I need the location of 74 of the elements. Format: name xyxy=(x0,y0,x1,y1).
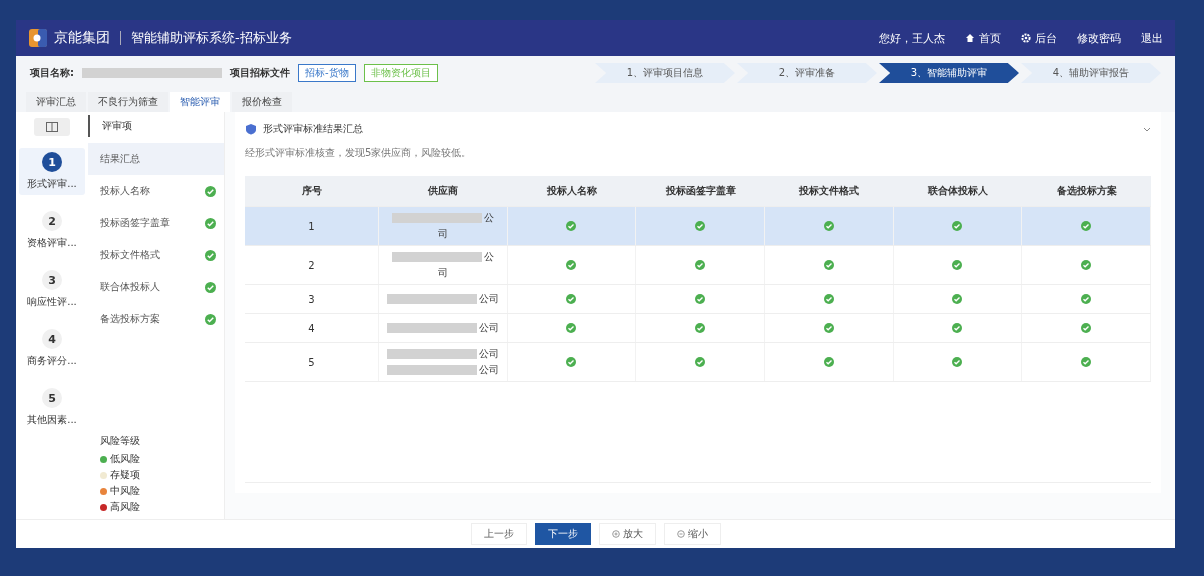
review-item[interactable]: 投标人名称 xyxy=(88,175,224,207)
table-cell: 3 xyxy=(308,293,315,305)
section-title: 形式评审标准结果汇总 xyxy=(263,122,363,136)
table-cell: 1 xyxy=(308,220,315,232)
stage-item[interactable]: 1 形式评审... xyxy=(19,148,85,195)
review-item[interactable]: 结果汇总 xyxy=(88,143,224,175)
column-header: 投标文件格式 xyxy=(798,184,861,198)
tab[interactable]: 报价检查 xyxy=(232,92,292,112)
table-row[interactable]: 3 公司 xyxy=(245,285,1151,314)
risk-label: 低风险 xyxy=(110,452,140,466)
zoom-in-icon xyxy=(611,530,620,538)
table-cell: 2 xyxy=(308,259,315,271)
home-link[interactable]: 首页 xyxy=(965,30,1001,46)
stage-item[interactable]: 4 商务评分... xyxy=(19,325,85,372)
progress-step[interactable]: 2、评审准备 xyxy=(737,63,877,83)
summary-text: 经形式评审标准核查，发现5家供应商，风险较低。 xyxy=(245,146,473,160)
logo-icon xyxy=(28,28,48,48)
progress-step[interactable]: 4、辅助评审报告 xyxy=(1021,63,1161,83)
tab[interactable]: 智能评审 xyxy=(170,92,230,112)
review-item[interactable]: 备选投标方案 xyxy=(88,303,224,335)
table-row[interactable]: 5 公司 公司 xyxy=(245,343,1151,382)
supplier-name: 公司 xyxy=(478,363,499,377)
review-item[interactable]: 联合体投标人 xyxy=(88,271,224,303)
progress-step[interactable]: 3、智能辅助评审 xyxy=(879,63,1019,83)
supplier-name: 司 xyxy=(437,266,448,280)
home-icon xyxy=(965,33,975,43)
risk-label: 中风险 xyxy=(110,484,140,498)
column-header: 投标人名称 xyxy=(546,184,598,198)
greeting: 您好，王人杰 xyxy=(879,30,945,46)
shield-icon xyxy=(245,123,257,135)
chevron-down-icon[interactable] xyxy=(1143,126,1151,132)
risk-label: 高风险 xyxy=(110,500,140,514)
column-header: 序号 xyxy=(301,184,323,198)
supplier-name: 公司 xyxy=(478,347,499,361)
table-row[interactable]: 4 公司 xyxy=(245,314,1151,343)
admin-link[interactable]: 后台 xyxy=(1021,30,1057,46)
risk-legend-title: 风险等级 xyxy=(99,434,141,448)
table-row[interactable]: 2 公 司 xyxy=(245,246,1151,285)
header-link[interactable]: 退出 xyxy=(1141,30,1163,46)
logo-text: 京能集团 xyxy=(54,29,110,47)
project-tag: 非物资化项目 xyxy=(363,64,438,82)
book-icon[interactable] xyxy=(34,118,70,136)
stage-item[interactable]: 3 响应性评... xyxy=(19,266,85,313)
table-row[interactable]: 1 公 司 xyxy=(245,207,1151,246)
review-item[interactable]: 投标文件格式 xyxy=(88,239,224,271)
zoom-out-icon xyxy=(676,530,685,538)
progress-step[interactable]: 1、评审项目信息 xyxy=(595,63,735,83)
supplier-name: 公 xyxy=(483,211,494,225)
zoom-in-button[interactable]: 放大 xyxy=(598,523,656,545)
tender-file-label: 项目招标文件 xyxy=(230,66,290,80)
project-name-label: 项目名称: xyxy=(30,66,74,80)
app-title: 智能辅助评标系统-招标业务 xyxy=(131,29,292,47)
column-header: 备选投标方案 xyxy=(1055,184,1118,198)
column-header: 联合体投标人 xyxy=(927,184,989,198)
project-tag: 招标-货物 xyxy=(298,64,356,82)
supplier-name: 公 xyxy=(483,250,494,264)
next-button[interactable]: 下一步 xyxy=(534,523,591,545)
supplier-name: 公司 xyxy=(478,321,499,335)
gear-icon xyxy=(1021,33,1031,43)
tab[interactable]: 评审汇总 xyxy=(26,92,86,112)
previous-button[interactable]: 上一步 xyxy=(470,523,527,545)
column-header: 投标函签字盖章 xyxy=(664,184,737,198)
stage-item[interactable]: 2 资格评审... xyxy=(19,207,85,254)
supplier-name: 公司 xyxy=(478,292,499,306)
table-cell: 5 xyxy=(308,356,315,368)
supplier-name: 司 xyxy=(437,227,448,241)
review-item[interactable]: 投标函签字盖章 xyxy=(88,207,224,239)
stage-item[interactable]: 5 其他因素... xyxy=(19,384,85,431)
zoom-out-button[interactable]: 缩小 xyxy=(663,523,721,545)
tab[interactable]: 不良行为筛查 xyxy=(88,92,168,112)
header-link[interactable]: 修改密码 xyxy=(1077,30,1121,46)
column-header: 供应商 xyxy=(427,184,460,198)
risk-label: 存疑项 xyxy=(110,468,140,482)
table-cell: 4 xyxy=(308,322,315,334)
